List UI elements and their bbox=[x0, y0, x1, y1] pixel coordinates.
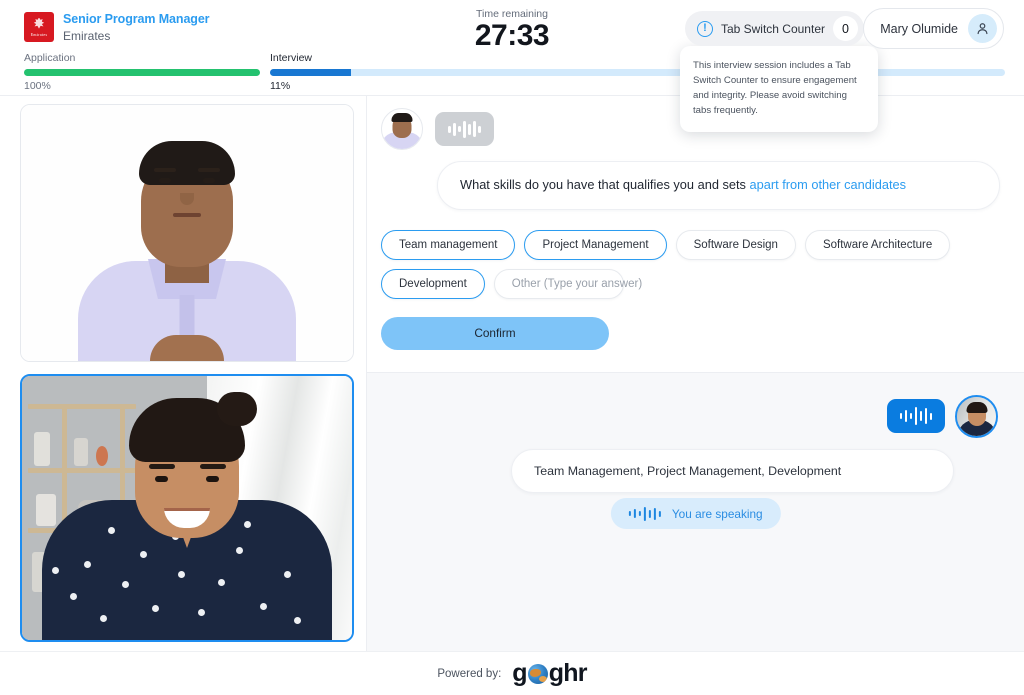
shelf-upright bbox=[62, 404, 67, 534]
interviewer-brow-right bbox=[198, 168, 220, 172]
shelf-object bbox=[96, 446, 108, 466]
other-answer-input[interactable]: Other (Type your answer) bbox=[493, 268, 642, 299]
shirt-dot bbox=[178, 571, 185, 578]
candidate-avatar bbox=[955, 394, 998, 438]
emirates-logo-icon: Emirates bbox=[24, 12, 54, 42]
progress-step-application: Application 100% bbox=[24, 52, 260, 92]
shirt-dot bbox=[218, 579, 225, 586]
shelf-object bbox=[74, 438, 88, 466]
shirt-dot bbox=[260, 603, 267, 610]
interviewer-video[interactable] bbox=[20, 104, 354, 362]
shelf-object bbox=[36, 494, 56, 526]
answer-option-chip[interactable]: Team management bbox=[381, 229, 516, 260]
app-header: Emirates Senior Program Manager Emirates… bbox=[0, 0, 1024, 132]
progress-step-application-percent: 100% bbox=[24, 80, 51, 92]
answer-option-chip[interactable]: Development bbox=[381, 268, 485, 299]
confirm-button[interactable]: Confirm bbox=[381, 316, 609, 350]
chat-column: What skills do you have that qualifies y… bbox=[366, 96, 1024, 651]
app-footer: Powered by: g ghr bbox=[0, 651, 1024, 695]
question-text-plain: What skills do you have that qualifies y… bbox=[460, 177, 750, 192]
candidate-answer-text: Team Management, Project Management, Dev… bbox=[511, 448, 954, 493]
avatar-hair bbox=[391, 113, 413, 122]
candidate-eye-left bbox=[155, 476, 168, 482]
shirt-dot bbox=[244, 521, 251, 528]
job-info: Emirates Senior Program Manager Emirates bbox=[24, 12, 210, 44]
shirt-dot bbox=[236, 547, 243, 554]
tab-switch-counter-label: Tab Switch Counter bbox=[720, 21, 825, 36]
answer-area: Team Management, Project Management, Dev… bbox=[367, 373, 1024, 651]
speaking-status-badge: You are speaking bbox=[610, 498, 781, 529]
shirt-dot bbox=[122, 581, 129, 588]
interviewer-hands bbox=[150, 335, 224, 361]
goghr-logo: g ghr bbox=[512, 659, 588, 688]
answer-options: Team management Project Management Softwar… bbox=[381, 229, 1000, 299]
candidate-video[interactable] bbox=[20, 374, 354, 642]
shirt-dot bbox=[108, 527, 115, 534]
interviewer-mouth bbox=[173, 213, 201, 217]
interviewer-brow-left bbox=[154, 168, 176, 172]
user-name: Mary Olumide bbox=[880, 21, 958, 36]
shirt-dot bbox=[100, 615, 107, 622]
candidate-hair-bun bbox=[217, 392, 257, 426]
info-circle-icon[interactable]: ! bbox=[696, 20, 713, 37]
progress-step-interview: Interview 11% bbox=[270, 52, 1005, 92]
timer-value: 27:33 bbox=[474, 19, 550, 52]
shirt-dot bbox=[70, 593, 77, 600]
progress-step-application-bar bbox=[24, 69, 260, 76]
interview-app-window: Emirates Senior Program Manager Emirates… bbox=[0, 0, 1024, 695]
answer-option-chip[interactable]: Project Management bbox=[524, 229, 667, 260]
candidate-brow-left bbox=[149, 464, 175, 469]
progress-step-interview-label: Interview bbox=[270, 52, 313, 64]
question-text-highlight: apart from other candidates bbox=[749, 177, 907, 192]
tab-switch-counter-value: 0 bbox=[833, 16, 858, 41]
shelf-object bbox=[34, 432, 50, 466]
speaking-status-label: You are speaking bbox=[671, 506, 763, 521]
interviewer-hair bbox=[139, 141, 235, 185]
user-profile-chip[interactable]: Mary Olumide bbox=[863, 8, 1004, 49]
timer-label: Time remaining bbox=[476, 8, 548, 20]
job-title: Senior Program Manager bbox=[63, 12, 210, 26]
job-text: Senior Program Manager Emirates bbox=[63, 12, 210, 44]
question-text: What skills do you have that qualifies y… bbox=[437, 161, 1000, 210]
candidate-brow-right bbox=[200, 464, 226, 469]
progress-step-interview-bar bbox=[270, 69, 1005, 76]
progress-step-interview-fill bbox=[270, 69, 351, 76]
candidate-video-scene bbox=[22, 376, 352, 640]
tab-switch-counter-tooltip: This interview session includes a Tab Sw… bbox=[680, 40, 878, 132]
shirt-dot bbox=[140, 551, 147, 558]
candidate-voice-waveform-icon bbox=[886, 399, 945, 434]
shirt-dot bbox=[84, 561, 91, 568]
candidate-eye-right bbox=[206, 476, 219, 482]
answer-option-chip[interactable]: Software Architecture bbox=[804, 229, 951, 260]
question-card: What skills do you have that qualifies y… bbox=[367, 96, 1024, 373]
goghr-logo-part2: ghr bbox=[548, 659, 588, 687]
job-company: Emirates bbox=[63, 28, 111, 43]
shirt-dot bbox=[198, 609, 205, 616]
candidate-message-header bbox=[393, 394, 998, 438]
shirt-dot bbox=[152, 605, 159, 612]
interviewer-eye-left bbox=[159, 178, 171, 183]
shirt-dot bbox=[294, 617, 301, 624]
interviewer-eye-right bbox=[203, 178, 215, 183]
body-area: What skills do you have that qualifies y… bbox=[0, 96, 1024, 651]
user-person-icon[interactable] bbox=[968, 14, 997, 43]
speaking-voice-waveform-icon bbox=[628, 506, 661, 521]
tab-switch-counter[interactable]: ! Tab Switch Counter 0 bbox=[684, 11, 864, 46]
progress-step-application-label: Application bbox=[24, 52, 76, 64]
avatar-hair bbox=[966, 401, 987, 413]
shirt-dot bbox=[284, 571, 291, 578]
emirates-crest-shape bbox=[33, 17, 45, 29]
shirt-dot bbox=[52, 567, 59, 574]
progress-step-interview-percent: 11% bbox=[270, 80, 291, 92]
answer-option-chip[interactable]: Software Design bbox=[675, 229, 796, 260]
interviewer-voice-waveform-icon bbox=[435, 112, 494, 146]
goghr-logo-part1: g bbox=[512, 659, 527, 687]
globe-icon bbox=[527, 663, 548, 684]
emirates-wordmark: Emirates bbox=[30, 31, 48, 37]
powered-by-label: Powered by: bbox=[437, 667, 502, 680]
video-column bbox=[0, 96, 366, 651]
interviewer-avatar bbox=[381, 108, 423, 150]
